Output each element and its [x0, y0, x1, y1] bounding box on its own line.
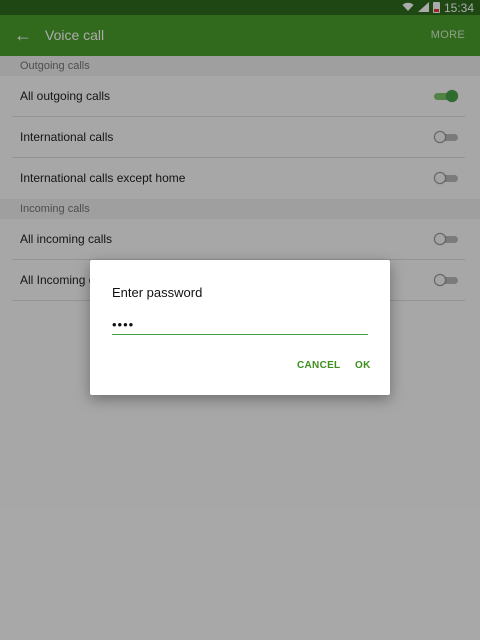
password-dialog: Enter password CANCEL OK: [90, 260, 390, 395]
dialog-title: Enter password: [112, 285, 203, 300]
cancel-button[interactable]: CANCEL: [293, 358, 344, 373]
password-input[interactable]: [112, 315, 368, 335]
ok-button[interactable]: OK: [351, 358, 375, 373]
